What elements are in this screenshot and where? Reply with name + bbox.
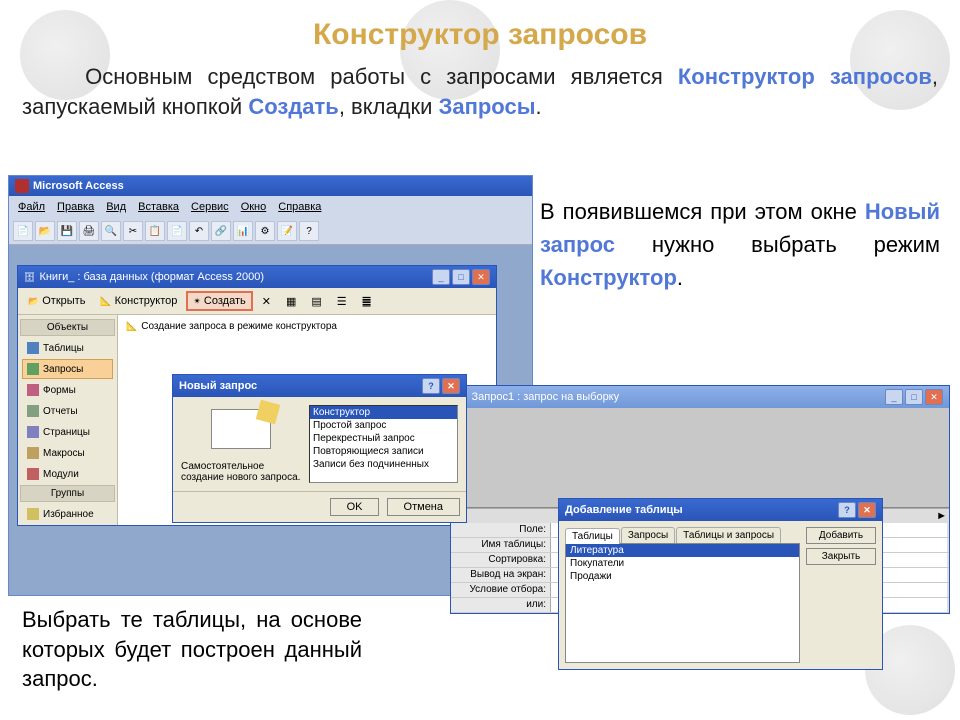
tb-save-icon[interactable]: 💾 xyxy=(57,221,77,241)
access-icon xyxy=(15,179,29,193)
view-list-icon[interactable]: ☰ xyxy=(331,292,353,311)
help-button[interactable]: ? xyxy=(422,378,440,394)
list-item[interactable]: Литература xyxy=(566,544,799,557)
cancel-button[interactable]: Отмена xyxy=(387,498,460,516)
menu-tools[interactable]: Сервис xyxy=(186,199,234,215)
sidebar-groups-header: Группы xyxy=(20,485,115,502)
add-table-tabs: Таблицы Запросы Таблицы и запросы xyxy=(565,527,800,543)
tb-props-icon[interactable]: 📝 xyxy=(277,221,297,241)
mode-description: Самостоятельное создание нового запроса. xyxy=(181,453,301,483)
tb-copy-icon[interactable]: 📋 xyxy=(145,221,165,241)
sidebar-item-favorites[interactable]: Избранное xyxy=(22,504,113,524)
view-large-icon[interactable]: ▦ xyxy=(280,292,302,311)
tb-paste-icon[interactable]: 📄 xyxy=(167,221,187,241)
close-button[interactable]: ✕ xyxy=(925,389,943,405)
tb-analyze-icon[interactable]: 📊 xyxy=(233,221,253,241)
new-icon: ✴ xyxy=(193,297,201,306)
list-item[interactable]: Покупатели xyxy=(566,557,799,570)
qd-table-area[interactable] xyxy=(451,408,949,508)
add-table-dialog: Добавление таблицы ? ✕ Таблицы Запросы Т… xyxy=(558,498,883,670)
db-titlebar: 🗄 Книги_ : база данных (формат Access 20… xyxy=(18,266,496,288)
db-toolbar: 📂Открыть 📐Конструктор ✴Создать ✕ ▦ ▤ ☰ ䷀ xyxy=(18,288,496,315)
sidebar-item-pages[interactable]: Страницы xyxy=(22,422,113,442)
sidebar-item-queries[interactable]: Запросы xyxy=(22,359,113,379)
tb-cut-icon[interactable]: ✂ xyxy=(123,221,143,241)
list-item[interactable]: Продажи xyxy=(566,570,799,583)
toolbar: 📄 📂 💾 🖨 🔍 ✂ 📋 📄 ↶ 🔗 📊 ⚙ 📝 ? xyxy=(9,218,532,245)
close-button[interactable]: ✕ xyxy=(858,502,876,518)
tb-preview-icon[interactable]: 🔍 xyxy=(101,221,121,241)
min-button[interactable]: _ xyxy=(885,389,903,405)
add-button[interactable]: Добавить xyxy=(806,527,876,544)
sidebar-objects-header: Объекты xyxy=(20,319,115,336)
new-query-dialog: Новый запрос ? ✕ Самостоятельное создани… xyxy=(172,374,467,523)
access-titlebar: Microsoft Access xyxy=(9,176,532,196)
grid-label-criteria: Условие отбора: xyxy=(451,583,551,597)
view-small-icon[interactable]: ▤ xyxy=(305,292,327,311)
add-table-list[interactable]: Литература Покупатели Продажи xyxy=(565,543,800,663)
menu-file[interactable]: Файл xyxy=(13,199,50,215)
sidebar-item-reports[interactable]: Отчеты xyxy=(22,401,113,421)
menu-window[interactable]: Окно xyxy=(236,199,272,215)
list-item[interactable]: Записи без подчиненных xyxy=(310,458,457,471)
delete-button[interactable]: ✕ xyxy=(256,292,277,311)
grid-label-sort: Сортировка: xyxy=(451,553,551,567)
list-item[interactable]: Конструктор xyxy=(310,406,457,419)
wizard-icon: 📐 xyxy=(126,322,137,331)
tb-help-icon[interactable]: ? xyxy=(299,221,319,241)
page-title: Конструктор запросов xyxy=(0,0,960,52)
db-sidebar: Объекты Таблицы Запросы Формы Отчеты Стр… xyxy=(18,315,118,525)
bottom-text: Выбрать те таблицы, на основе которых бу… xyxy=(22,605,362,694)
sidebar-item-macros[interactable]: Макросы xyxy=(22,443,113,463)
sidebar-item-modules[interactable]: Модули xyxy=(22,464,113,484)
grid-label-show: Вывод на экран: xyxy=(451,568,551,582)
view-details-icon[interactable]: ䷀ xyxy=(356,292,378,311)
tab-both[interactable]: Таблицы и запросы xyxy=(676,527,781,543)
grid-label-field: Поле: xyxy=(451,523,551,537)
tb-new-icon[interactable]: 📄 xyxy=(13,221,33,241)
grid-label-table: Имя таблицы: xyxy=(451,538,551,552)
tb-links-icon[interactable]: 🔗 xyxy=(211,221,231,241)
db-icon: 🗄 xyxy=(24,273,35,282)
qd-titlebar: 🗄 Запрос1 : запрос на выборку _ □ ✕ xyxy=(451,386,949,408)
menu-view[interactable]: Вид xyxy=(101,199,131,215)
help-button[interactable]: ? xyxy=(838,502,856,518)
design-button[interactable]: 📐Конструктор xyxy=(94,292,183,310)
sidebar-item-forms[interactable]: Формы xyxy=(22,380,113,400)
tb-undo-icon[interactable]: ↶ xyxy=(189,221,209,241)
add-table-titlebar: Добавление таблицы ? ✕ xyxy=(559,499,882,521)
side-text: В появившемся при этом окне Новый запрос… xyxy=(540,195,940,294)
max-button[interactable]: □ xyxy=(452,269,470,285)
new-query-titlebar: Новый запрос ? ✕ xyxy=(173,375,466,397)
close-button[interactable]: ✕ xyxy=(472,269,490,285)
menu-bar[interactable]: Файл Правка Вид Вставка Сервис Окно Спра… xyxy=(9,196,532,218)
sidebar-item-tables[interactable]: Таблицы xyxy=(22,338,113,358)
list-item[interactable]: Перекрестный запрос xyxy=(310,432,457,445)
min-button[interactable]: _ xyxy=(432,269,450,285)
create-query-design-row[interactable]: 📐Создание запроса в режиме конструктора xyxy=(122,319,492,334)
tab-tables[interactable]: Таблицы xyxy=(565,528,620,544)
menu-help[interactable]: Справка xyxy=(273,199,326,215)
tb-print-icon[interactable]: 🖨 xyxy=(79,221,99,241)
design-icon: 📐 xyxy=(100,297,111,306)
grid-label-or: или: xyxy=(451,598,551,612)
create-button[interactable]: ✴Создать xyxy=(186,291,252,311)
tb-code-icon[interactable]: ⚙ xyxy=(255,221,275,241)
max-button[interactable]: □ xyxy=(905,389,923,405)
open-icon: 📂 xyxy=(28,297,39,306)
open-button[interactable]: 📂Открыть xyxy=(22,292,91,310)
menu-edit[interactable]: Правка xyxy=(52,199,99,215)
tab-queries[interactable]: Запросы xyxy=(621,527,675,543)
intro-text: Основным средством работы с запросами яв… xyxy=(0,52,960,125)
menu-insert[interactable]: Вставка xyxy=(133,199,184,215)
ok-button[interactable]: OK xyxy=(330,498,380,516)
tb-open-icon[interactable]: 📂 xyxy=(35,221,55,241)
list-item[interactable]: Повторяющиеся записи xyxy=(310,445,457,458)
close-dialog-button[interactable]: Закрыть xyxy=(806,548,876,565)
close-button[interactable]: ✕ xyxy=(442,378,460,394)
list-item[interactable]: Простой запрос xyxy=(310,419,457,432)
preview-image xyxy=(211,409,271,449)
query-mode-list[interactable]: Конструктор Простой запрос Перекрестный … xyxy=(309,405,458,483)
